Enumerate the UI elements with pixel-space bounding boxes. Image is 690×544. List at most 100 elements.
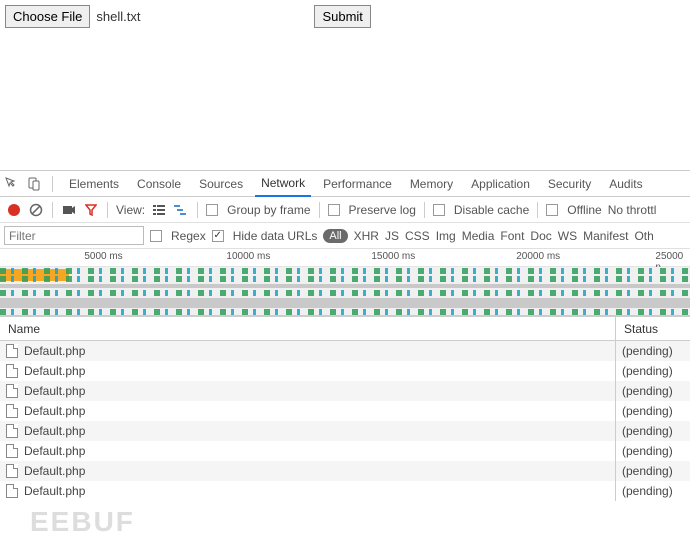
view-list-icon[interactable] <box>151 202 167 218</box>
tab-security[interactable]: Security <box>542 171 597 197</box>
filter-ws[interactable]: WS <box>558 229 577 243</box>
separator <box>197 202 198 218</box>
request-status: (pending) <box>616 441 690 461</box>
request-name: Default.php <box>24 364 85 378</box>
file-icon <box>6 404 18 418</box>
camera-icon[interactable] <box>61 202 77 218</box>
column-status: Status (pending)(pending)(pending)(pendi… <box>616 317 690 501</box>
request-name: Default.php <box>24 484 85 498</box>
offline-checkbox[interactable] <box>546 204 558 216</box>
regex-label: Regex <box>171 229 206 243</box>
devtools-tab-bar: Elements Console Sources Network Perform… <box>0 171 690 197</box>
separator <box>52 176 53 192</box>
throttling-select[interactable]: No throttl <box>608 203 657 217</box>
timeline-overview[interactable]: 5000 ms 10000 ms 15000 ms 20000 ms 25000… <box>0 249 690 316</box>
ruler-tick: 10000 ms <box>226 251 270 262</box>
request-name: Default.php <box>24 464 85 478</box>
record-icon[interactable] <box>6 202 22 218</box>
request-row[interactable]: Default.php <box>0 481 615 501</box>
filter-doc[interactable]: Doc <box>530 229 551 243</box>
filter-xhr[interactable]: XHR <box>354 229 379 243</box>
group-by-frame-label: Group by frame <box>227 203 310 217</box>
request-name: Default.php <box>24 444 85 458</box>
preserve-log-checkbox[interactable] <box>328 204 340 216</box>
filter-css[interactable]: CSS <box>405 229 430 243</box>
ruler-tick: 20000 ms <box>516 251 560 262</box>
tab-elements[interactable]: Elements <box>63 171 125 197</box>
device-toggle-icon[interactable] <box>26 176 42 192</box>
request-row[interactable]: Default.php <box>0 441 615 461</box>
view-waterfall-icon[interactable] <box>173 202 189 218</box>
upload-form: Choose File shell.txt Submit <box>5 5 685 28</box>
hide-data-urls-checkbox[interactable] <box>212 230 224 242</box>
tab-console[interactable]: Console <box>131 171 187 197</box>
regex-checkbox[interactable] <box>150 230 162 242</box>
tab-audits[interactable]: Audits <box>603 171 648 197</box>
preserve-log-label: Preserve log <box>349 203 416 217</box>
filter-js[interactable]: JS <box>385 229 399 243</box>
hide-data-urls-label: Hide data URLs <box>233 229 318 243</box>
request-table: Name Default.php Default.php Default.php De… <box>0 316 690 501</box>
filter-manifest[interactable]: Manifest <box>583 229 628 243</box>
page-area: Choose File shell.txt Submit <box>0 0 690 170</box>
timeline-waterfall <box>0 267 690 315</box>
header-name[interactable]: Name <box>0 317 615 341</box>
column-name: Name Default.php Default.php Default.php De… <box>0 317 616 501</box>
group-by-frame-checkbox[interactable] <box>206 204 218 216</box>
selected-file-name: shell.txt <box>96 9 140 24</box>
filter-icon[interactable] <box>83 202 99 218</box>
request-row[interactable]: Default.php <box>0 341 615 361</box>
request-name: Default.php <box>24 344 85 358</box>
request-name: Default.php <box>24 424 85 438</box>
filter-other[interactable]: Oth <box>634 229 653 243</box>
file-icon <box>6 384 18 398</box>
request-status: (pending) <box>616 381 690 401</box>
file-icon <box>6 424 18 438</box>
request-row[interactable]: Default.php <box>0 361 615 381</box>
filter-img[interactable]: Img <box>436 229 456 243</box>
file-icon <box>6 444 18 458</box>
file-icon <box>6 364 18 378</box>
ruler-tick: 15000 ms <box>371 251 415 262</box>
request-row[interactable]: Default.php <box>0 461 615 481</box>
filter-bar: Regex Hide data URLs All XHR JS CSS Img … <box>0 223 690 249</box>
devtools-panel: Elements Console Sources Network Perform… <box>0 170 690 501</box>
request-row[interactable]: Default.php <box>0 401 615 421</box>
tab-network[interactable]: Network <box>255 171 311 197</box>
file-icon <box>6 484 18 498</box>
file-icon <box>6 464 18 478</box>
request-status: (pending) <box>616 461 690 481</box>
tab-application[interactable]: Application <box>465 171 536 197</box>
filter-all[interactable]: All <box>323 229 347 243</box>
choose-file-button[interactable]: Choose File <box>5 5 90 28</box>
timeline-ruler: 5000 ms 10000 ms 15000 ms 20000 ms 25000… <box>0 249 690 267</box>
filter-input[interactable] <box>4 226 144 245</box>
tab-sources[interactable]: Sources <box>193 171 249 197</box>
request-row[interactable]: Default.php <box>0 421 615 441</box>
header-status[interactable]: Status <box>616 317 690 341</box>
separator <box>52 202 53 218</box>
file-icon <box>6 344 18 358</box>
request-row[interactable]: Default.php <box>0 381 615 401</box>
request-status: (pending) <box>616 341 690 361</box>
request-name: Default.php <box>24 404 85 418</box>
separator <box>537 202 538 218</box>
request-status: (pending) <box>616 481 690 501</box>
watermark: EEBUF <box>30 506 135 538</box>
filter-font[interactable]: Font <box>500 229 524 243</box>
request-status: (pending) <box>616 361 690 381</box>
tab-memory[interactable]: Memory <box>404 171 459 197</box>
inspect-icon[interactable] <box>4 176 20 192</box>
disable-cache-checkbox[interactable] <box>433 204 445 216</box>
submit-button[interactable]: Submit <box>314 5 370 28</box>
filter-media[interactable]: Media <box>462 229 495 243</box>
tab-performance[interactable]: Performance <box>317 171 398 197</box>
clear-icon[interactable] <box>28 202 44 218</box>
request-name: Default.php <box>24 384 85 398</box>
separator <box>424 202 425 218</box>
ruler-tick: 5000 ms <box>84 251 122 262</box>
separator <box>107 202 108 218</box>
offline-label: Offline <box>567 203 601 217</box>
network-toolbar: View: Group by frame Preserve log Disabl… <box>0 197 690 223</box>
view-label: View: <box>116 203 145 217</box>
